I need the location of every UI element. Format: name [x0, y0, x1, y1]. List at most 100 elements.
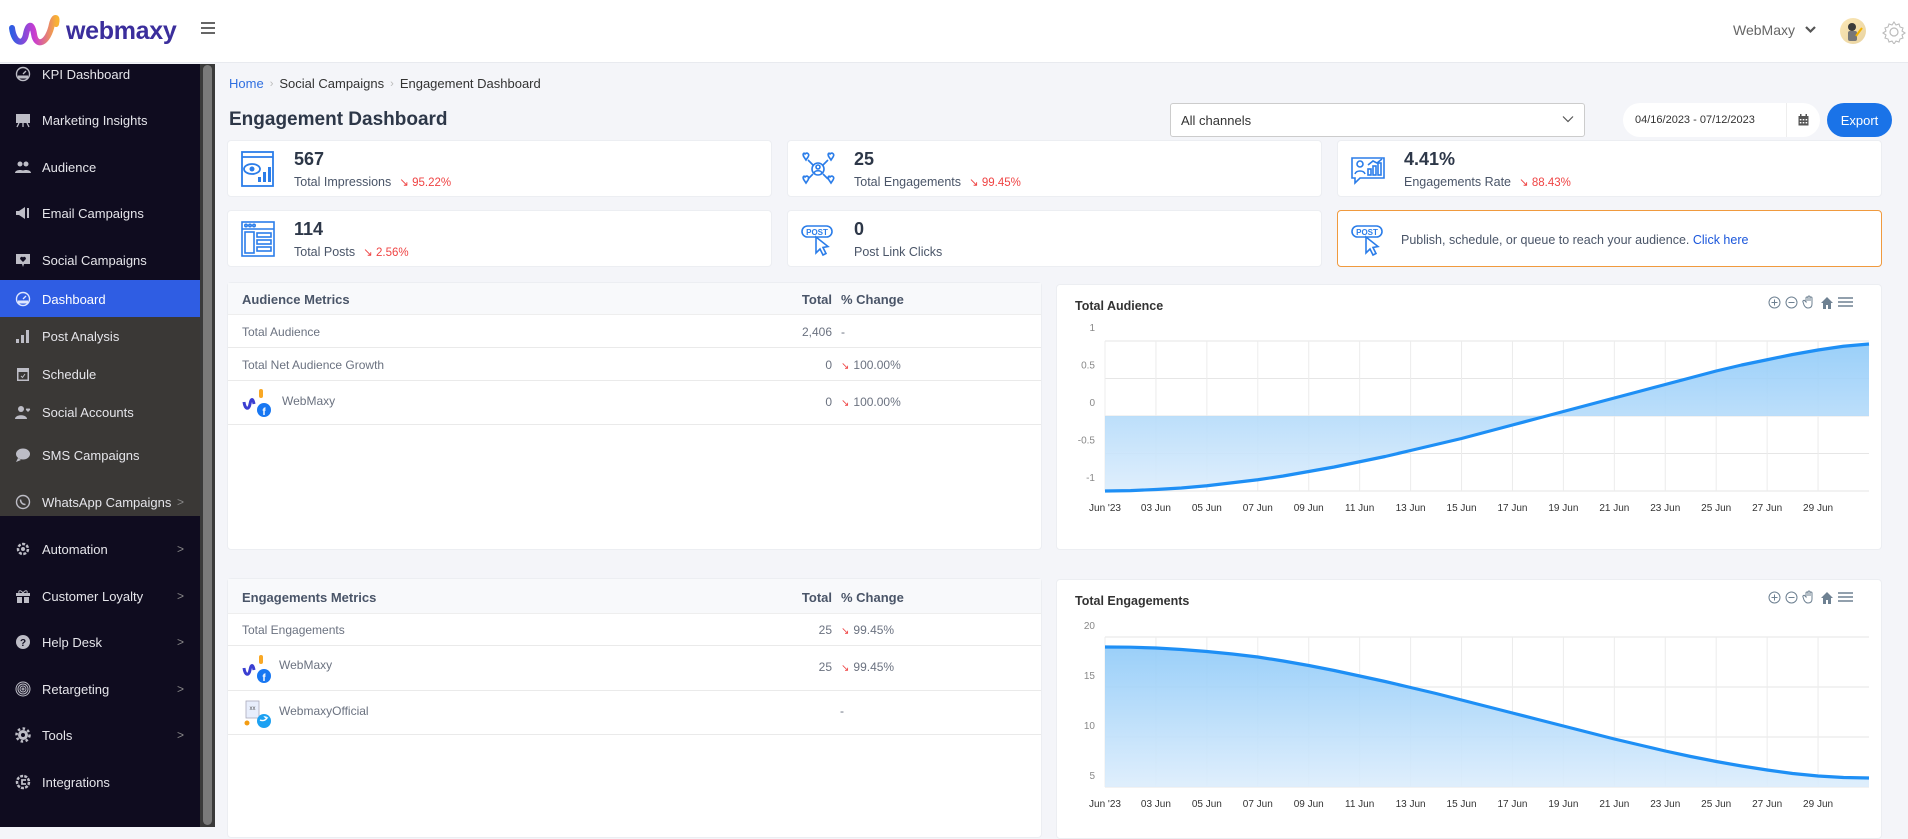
y-tick-label: -0.5 — [1078, 436, 1096, 447]
x-tick-label: 21 Jun — [1599, 799, 1629, 810]
y-tick-label: 0 — [1089, 398, 1095, 409]
publish-promo-card: POST Publish, schedule, or queue to reac… — [1337, 210, 1882, 267]
date-range-picker[interactable]: 04/16/2023 - 07/12/2023 — [1623, 103, 1820, 137]
sidebar-item-label: Audience — [42, 159, 97, 175]
export-button[interactable]: Export — [1827, 103, 1892, 137]
presentation-board-icon — [14, 111, 32, 129]
x-tick-label: 09 Jun — [1294, 503, 1324, 514]
sms-bubble-icon — [14, 446, 32, 464]
row-change: ↘ 100.00% — [841, 395, 901, 409]
webmaxy-logo-icon — [9, 15, 60, 46]
target-icon — [14, 680, 32, 698]
table-row: f WebMaxy 0 ↘ 100.00% — [228, 381, 1041, 425]
sidebar-item-whatsapp-campaigns[interactable]: WhatsApp Campaigns > — [0, 483, 200, 521]
promo-link[interactable]: Click here — [1693, 233, 1749, 247]
y-tick-label: 15 — [1084, 671, 1096, 682]
integrations-icon — [14, 773, 32, 791]
stat-change-down: ↘ 99.45% — [969, 177, 1021, 189]
table-row: Total Audience 2,406 - — [228, 315, 1041, 348]
sidebar-item-social-campaigns[interactable]: Social Campaigns — [0, 241, 200, 279]
table-row: Total Net Audience Growth 0 ↘ 100.00% — [228, 348, 1041, 381]
user-avatar[interactable] — [1840, 18, 1866, 44]
calendar-icon[interactable] — [1786, 103, 1820, 137]
series-area — [1105, 344, 1869, 491]
sidebar-item-schedule[interactable]: Schedule — [0, 355, 200, 393]
sidebar-item-label: Retargeting — [42, 681, 110, 697]
stat-card-impressions: 567 Total Impressions ↘ 95.22% — [227, 140, 772, 197]
stat-label: Total Impressions — [294, 175, 392, 189]
breadcrumb-social-campaigns[interactable]: Social Campaigns — [279, 76, 384, 91]
breadcrumb: Home › Social Campaigns › Engagement Das… — [229, 76, 541, 91]
column-change: % Change — [841, 292, 904, 307]
series-area — [1105, 647, 1869, 787]
engagement-metrics-table: Engagements Metrics Total % Change Total… — [227, 578, 1042, 838]
sidebar-item-sms-campaigns[interactable]: SMS Campaigns — [0, 436, 200, 474]
megaphone-icon — [14, 204, 32, 222]
breadcrumb-separator: › — [390, 77, 394, 90]
breadcrumb-current: Engagement Dashboard — [399, 76, 541, 91]
trend-down-icon: ↘ — [399, 177, 409, 189]
sidebar-scrollbar[interactable] — [200, 64, 215, 827]
sidebar-item-label: Marketing Insights — [42, 112, 148, 128]
sidebar-item-label: Tools — [42, 727, 73, 743]
sidebar-item-help-desk[interactable]: ? Help Desk > — [0, 623, 200, 661]
x-tick-label: 11 Jun — [1345, 503, 1374, 514]
scrollbar-thumb[interactable] — [203, 65, 212, 825]
sidebar-item-customer-loyalty[interactable]: Customer Loyalty > — [0, 577, 200, 615]
row-change: ↘ 99.45% — [841, 623, 895, 637]
sidebar-item-retargeting[interactable]: Retargeting > — [0, 670, 200, 708]
x-tick-label: Jun '23 — [1089, 503, 1121, 514]
trend-down-icon: ↘ — [969, 177, 979, 189]
sidebar-item-dashboard[interactable]: Dashboard — [0, 280, 200, 318]
sidebar-item-automation[interactable]: Automation > — [0, 530, 200, 568]
sidebar-item-tools[interactable]: Tools > — [0, 716, 200, 754]
sidebar-item-post-analysis[interactable]: Post Analysis — [0, 317, 200, 355]
trend-down-icon: ↘ — [841, 663, 850, 674]
x-tick-label: 17 Jun — [1497, 799, 1527, 810]
sidebar-item-label: Automation — [42, 541, 108, 557]
table-header: Engagements Metrics Total % Change — [228, 579, 1041, 614]
row-total: 25 — [818, 623, 832, 637]
row-name: WebMaxy — [282, 394, 336, 408]
x-tick-label: 25 Jun — [1701, 503, 1731, 514]
stat-value: 567 — [294, 149, 325, 169]
post-click-icon: POST — [801, 225, 833, 257]
bar-chart-icon — [14, 327, 32, 345]
sidebar-item-integrations[interactable]: Integrations — [0, 763, 200, 801]
brand-logo[interactable]: webmaxy — [8, 14, 177, 48]
sidebar-item-audience[interactable]: Audience — [0, 148, 200, 186]
chevron-right-icon: > — [176, 542, 184, 556]
trend-down-icon: ↘ — [1519, 177, 1529, 189]
x-tick-label: 13 Jun — [1396, 503, 1426, 514]
account-dropdown[interactable]: WebMaxy — [1733, 22, 1816, 38]
cog-icon — [14, 726, 32, 744]
stat-card-engagements: 25 Total Engagements ↘ 99.45% — [787, 140, 1322, 197]
menu-toggle-icon[interactable] — [201, 22, 215, 34]
x-tick-label: 03 Jun — [1141, 799, 1171, 810]
top-bar: webmaxy WebMaxy — [0, 0, 1908, 63]
row-name: WebmaxyOfficial — [279, 704, 369, 718]
sidebar-item-email-campaigns[interactable]: Email Campaigns — [0, 194, 200, 232]
x-tick-label: 19 Jun — [1548, 503, 1578, 514]
trend-down-icon: ↘ — [841, 398, 850, 409]
row-name: WebMaxy — [279, 658, 333, 672]
sidebar-item-social-accounts[interactable]: Social Accounts — [0, 393, 200, 431]
sidebar-item-label: Integrations — [42, 774, 110, 790]
row-name: Total Engagements — [242, 623, 345, 637]
sidebar-item-marketing-insights[interactable]: Marketing Insights — [0, 101, 200, 139]
chevron-right-icon: > — [176, 728, 184, 742]
sidebar-item-kpi-dashboard[interactable]: KPI Dashboard — [0, 55, 200, 93]
sidebar-item-label: WhatsApp Campaigns — [42, 494, 172, 510]
page-title: Engagement Dashboard — [229, 109, 448, 130]
sidebar: KPI Dashboard Marketing Insights Audience E… — [0, 64, 200, 827]
stat-change-down: ↘ 95.22% — [399, 177, 452, 189]
channel-select[interactable]: All channels — [1170, 103, 1585, 137]
channel-select-value: All channels — [1181, 113, 1252, 128]
social-chat-icon — [14, 251, 32, 269]
stat-label: Total Posts — [294, 245, 356, 259]
breadcrumb-home[interactable]: Home — [229, 76, 264, 91]
settings-gear-icon[interactable] — [1882, 20, 1906, 45]
total-engagements-chart: Total Engagements 20 15 10 5 Jun '23 03 Jun 05… — [1056, 579, 1882, 839]
sidebar-item-label: Social Campaigns — [42, 252, 147, 268]
x-tick-label: 19 Jun — [1548, 799, 1578, 810]
